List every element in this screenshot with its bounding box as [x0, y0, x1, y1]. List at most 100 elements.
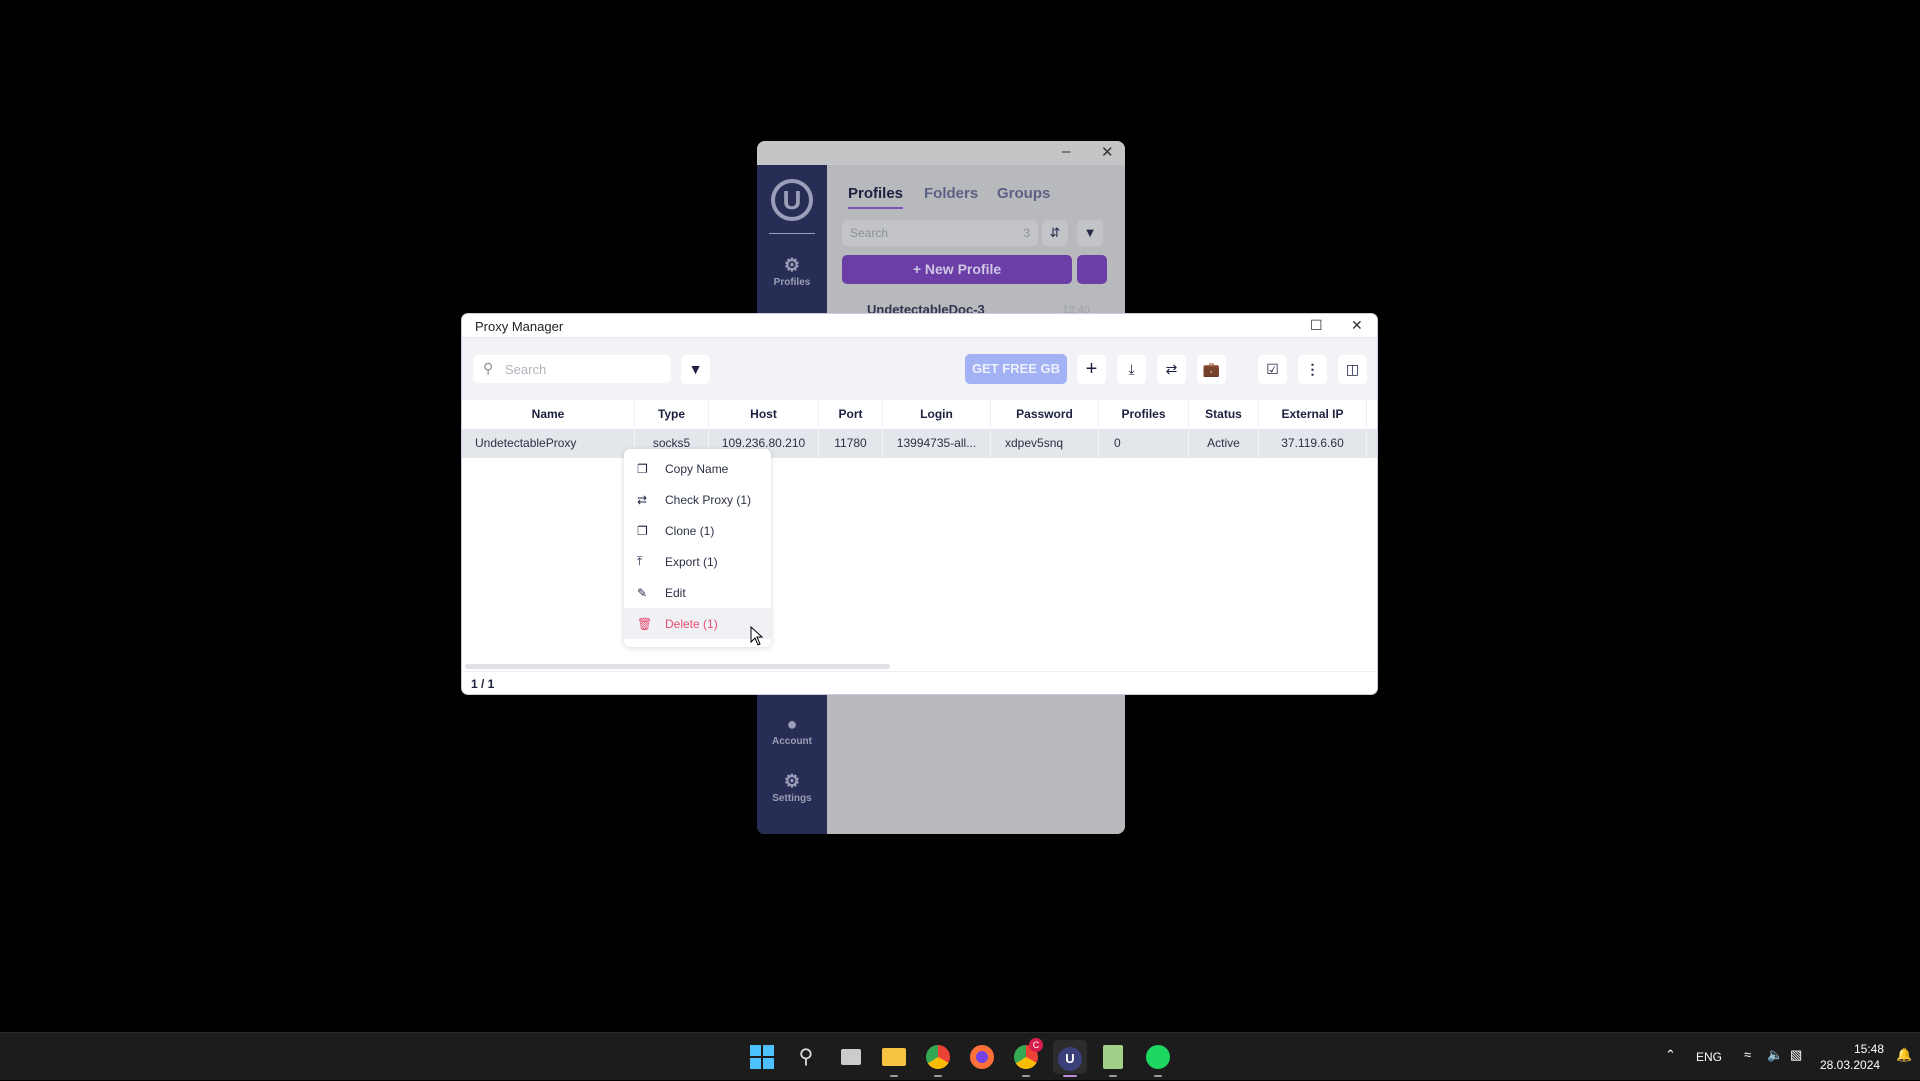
cell-password: xdpev5snq [991, 429, 1099, 458]
proxy-manager-titlebar: Proxy Manager ☐ ✕ [462, 314, 1377, 338]
maximize-button[interactable]: ☐ [1310, 317, 1323, 334]
battery-icon[interactable]: ▧ [1790, 1047, 1802, 1063]
filter-button[interactable]: ▼ [1077, 220, 1103, 246]
start-button[interactable] [745, 1040, 779, 1074]
tab-profiles[interactable]: Profiles [848, 185, 904, 209]
taskbar-file-explorer[interactable] [877, 1040, 911, 1077]
task-view-button[interactable] [834, 1040, 868, 1074]
briefcase-button[interactable]: 💼 [1197, 355, 1226, 384]
close-button[interactable]: ✕ [1101, 143, 1114, 161]
taskbar-chrome[interactable] [921, 1040, 955, 1077]
taskbar-chrome-profile[interactable]: C [1009, 1038, 1043, 1077]
proxy-table: Name Type Host Port Login Password Profi… [462, 400, 1377, 458]
proxy-manager-window: Proxy Manager ☐ ✕ ⚲ ▼ GET FREE GB + ⤓ ⇄ … [462, 314, 1377, 694]
filter-button[interactable]: ▼ [681, 355, 710, 384]
column-header-password[interactable]: Password [991, 400, 1099, 429]
new-profile-button[interactable]: + New Profile [842, 255, 1072, 284]
profile-badge: C [1029, 1038, 1043, 1052]
column-header-port[interactable]: Port [819, 400, 883, 429]
wifi-icon[interactable]: ≈ [1744, 1047, 1751, 1062]
spotify-icon [1146, 1045, 1170, 1069]
quick-profile-button[interactable] [1077, 255, 1107, 284]
sidebar-item-account[interactable]: ● Account [757, 714, 827, 747]
context-menu: ❐ Copy Name ⇄ Check Proxy (1) ❐ Clone (1) ⤒… [624, 449, 771, 647]
more-options-button[interactable]: ⋮ [1298, 355, 1327, 384]
profile-search-input[interactable]: Search 3 [842, 220, 1038, 246]
clock-time[interactable]: 15:48 [1854, 1042, 1884, 1056]
menu-item-edit[interactable]: ✎ Edit [624, 577, 771, 608]
taskbar-spotify[interactable] [1141, 1040, 1175, 1077]
column-header-name[interactable]: Name [462, 400, 635, 429]
column-header-host[interactable]: Host [709, 400, 819, 429]
language-indicator[interactable]: ENG [1696, 1050, 1722, 1064]
clock-date[interactable]: 28.03.2024 [1820, 1058, 1880, 1072]
tab-groups[interactable]: Groups [997, 185, 1050, 202]
menu-item-delete[interactable]: 🗑 Delete (1) [624, 608, 771, 639]
proxy-search[interactable]: ⚲ [473, 355, 671, 383]
undetectable-icon: U [1058, 1047, 1082, 1071]
sort-button[interactable]: ⇵ [1042, 220, 1068, 246]
horizontal-scrollbar[interactable] [465, 664, 890, 669]
cell-external-ip: 37.119.6.60 [1259, 429, 1367, 458]
table-header: Name Type Host Port Login Password Profi… [462, 400, 1377, 429]
menu-item-export[interactable]: ⤒ Export (1) [624, 546, 771, 577]
gear-icon: ⚙ [783, 771, 801, 791]
close-button[interactable]: ✕ [1351, 317, 1363, 334]
tab-folders[interactable]: Folders [924, 185, 978, 202]
plus-icon: + [1085, 358, 1098, 380]
cell-profiles: 0 [1099, 429, 1189, 458]
cell-status: Active [1189, 429, 1259, 458]
column-header-profiles[interactable]: Profiles [1099, 400, 1189, 429]
add-proxy-button[interactable]: + [1077, 355, 1106, 384]
sidebar-divider [769, 233, 815, 234]
column-header-status[interactable]: Status [1189, 400, 1259, 429]
edit-icon: ✎ [637, 585, 648, 600]
folder-icon [882, 1048, 906, 1066]
notifications-bell-icon[interactable]: 🔔 [1896, 1047, 1912, 1063]
proxy-search-input[interactable] [503, 359, 663, 379]
clone-icon: ❐ [637, 523, 648, 538]
import-button[interactable]: ⤓ [1117, 355, 1146, 384]
menu-item-copy-name[interactable]: ❐ Copy Name [624, 453, 771, 484]
table-row[interactable]: UndetectableProxy socks5 109.236.80.210 … [462, 429, 1377, 458]
column-header-type[interactable]: Type [635, 400, 709, 429]
sidebar-item-profiles[interactable]: ⚙ Profiles [757, 255, 827, 288]
column-header-external-ip[interactable]: External IP [1259, 400, 1367, 429]
minimize-button[interactable]: – [1062, 143, 1070, 160]
copy-icon: ❐ [637, 461, 648, 476]
swap-arrows-icon: ⇄ [1165, 361, 1178, 377]
notepad-icon [1103, 1045, 1123, 1069]
briefcase-icon: 💼 [1202, 361, 1221, 377]
menu-item-clone[interactable]: ❐ Clone (1) [624, 515, 771, 546]
firefox-icon [970, 1045, 994, 1069]
taskbar: ⚲ C U ⌃ ENG ≈ 🔈 ▧ 15:48 28.03.2024 🔔 [0, 1032, 1920, 1080]
chrome-icon [926, 1045, 950, 1069]
pagination: 1 / 1 [462, 671, 1377, 694]
get-free-gb-button[interactable]: GET FREE GB [965, 354, 1067, 384]
cell-port: 11780 [819, 429, 883, 458]
app-logo-icon [771, 179, 813, 221]
window-title: Proxy Manager [475, 319, 564, 334]
taskbar-firefox[interactable] [965, 1040, 999, 1074]
check-proxies-button[interactable]: ⇄ [1157, 355, 1186, 384]
filter-icon: ▼ [688, 361, 703, 377]
taskbar-notepad[interactable] [1096, 1040, 1130, 1077]
search-button[interactable]: ⚲ [789, 1040, 823, 1074]
search-icon: ⚲ [798, 1046, 814, 1068]
taskbar-undetectable[interactable]: U [1053, 1040, 1087, 1077]
menu-item-check-proxy[interactable]: ⇄ Check Proxy (1) [624, 484, 771, 515]
columns-button[interactable]: ◫ [1338, 355, 1367, 384]
kebab-menu-icon: ⋮ [1305, 361, 1320, 377]
filter-icon: ▼ [1083, 225, 1097, 240]
checkbox-icon: ☑ [1266, 361, 1279, 377]
sidebar-item-settings[interactable]: ⚙ Settings [757, 771, 827, 804]
sort-icon: ⇵ [1049, 225, 1061, 240]
column-header-login[interactable]: Login [883, 400, 991, 429]
swap-arrows-icon: ⇄ [637, 492, 648, 507]
windows-logo-icon [750, 1045, 774, 1069]
columns-icon: ◫ [1345, 361, 1360, 377]
select-all-button[interactable]: ☑ [1258, 355, 1287, 384]
show-hidden-icons-button[interactable]: ⌃ [1665, 1047, 1676, 1063]
volume-icon[interactable]: 🔈 [1767, 1047, 1783, 1063]
mouse-cursor-icon [750, 626, 764, 646]
